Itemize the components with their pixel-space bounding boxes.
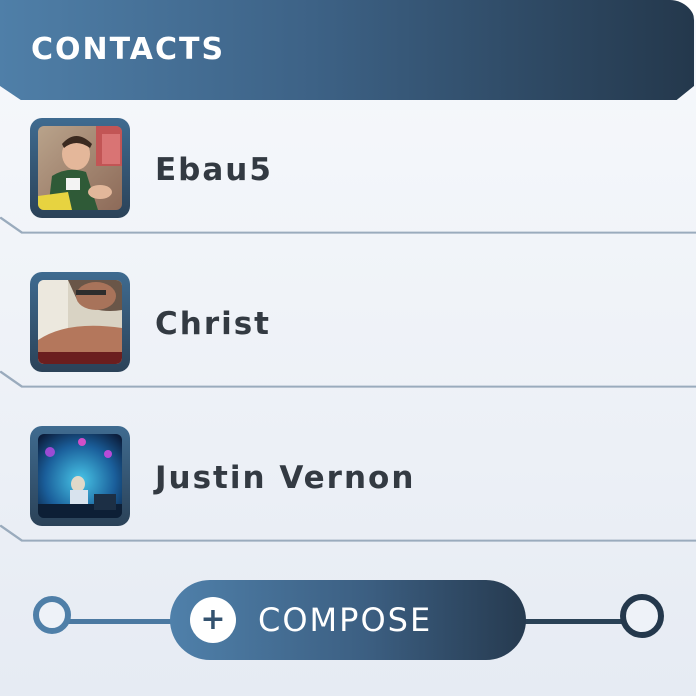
avatar[interactable] bbox=[30, 272, 130, 372]
page-title: CONTACTS bbox=[31, 32, 226, 67]
avatar-photo bbox=[38, 126, 122, 210]
avatar-photo bbox=[38, 434, 122, 518]
divider bbox=[0, 216, 696, 234]
compose-label: COMPOSE bbox=[258, 601, 433, 639]
avatar[interactable] bbox=[30, 118, 130, 218]
compose-row: + COMPOSE bbox=[0, 578, 696, 662]
plus-icon: + bbox=[190, 597, 236, 643]
divider bbox=[0, 524, 696, 542]
contact-name: Justin Vernon bbox=[155, 460, 416, 496]
left-ring-icon bbox=[33, 596, 71, 634]
contact-name: Christ bbox=[155, 306, 272, 342]
right-ring-icon bbox=[620, 594, 664, 638]
contacts-panel: CONTACTS Ebau5 Christ Justin Vernon + CO… bbox=[0, 0, 696, 696]
compose-button[interactable]: + COMPOSE bbox=[170, 580, 526, 660]
contact-name: Ebau5 bbox=[155, 152, 273, 188]
divider bbox=[0, 370, 696, 388]
avatar[interactable] bbox=[30, 426, 130, 526]
avatar-photo bbox=[38, 280, 122, 364]
compose-line-left bbox=[68, 619, 178, 624]
compose-line-right bbox=[520, 619, 624, 624]
